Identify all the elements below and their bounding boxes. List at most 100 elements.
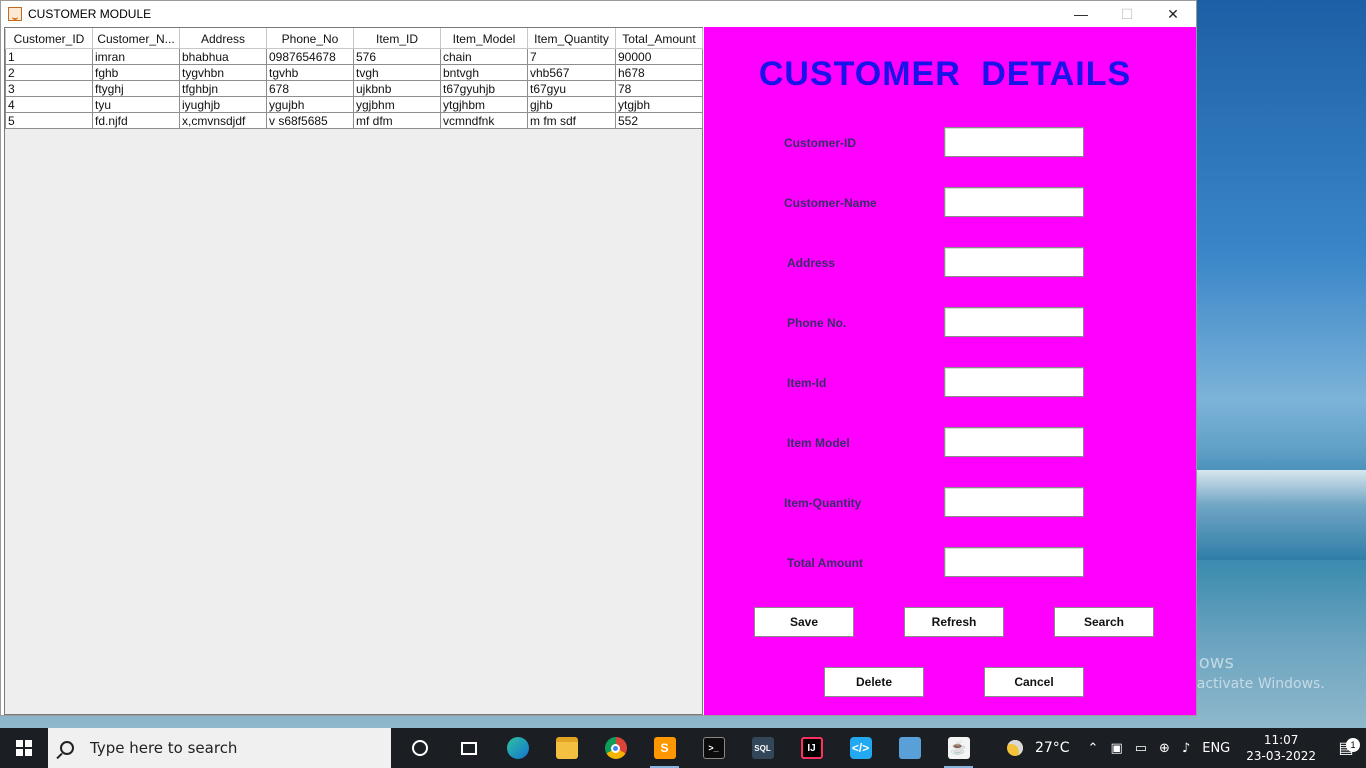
column-header[interactable]: Total_Amount xyxy=(615,28,703,49)
show-hidden-icons-chevron-icon[interactable]: ⌃ xyxy=(1088,741,1099,756)
column-header[interactable]: Customer_ID xyxy=(5,28,93,49)
sql-icon[interactable]: SQL xyxy=(738,728,787,768)
table-cell[interactable]: vhb567 xyxy=(527,64,616,81)
table-cell[interactable]: 78 xyxy=(615,80,703,97)
camera-icon[interactable]: ▣ xyxy=(1110,741,1122,756)
language-indicator[interactable]: ENG xyxy=(1202,741,1230,756)
sublime-text-icon[interactable]: S xyxy=(640,728,689,768)
battery-icon[interactable]: ▭ xyxy=(1135,741,1147,756)
column-header[interactable]: Item_Model xyxy=(440,28,528,49)
table-cell[interactable]: ygjbhm xyxy=(353,96,441,113)
customer-id-field[interactable] xyxy=(944,127,1084,157)
control-panel-icon[interactable] xyxy=(885,728,934,768)
table-cell[interactable]: v s68f5685 xyxy=(266,112,354,129)
table-cell[interactable]: gjhb xyxy=(527,96,616,113)
customer-name-label: Customer-Name xyxy=(784,196,877,210)
table-cell[interactable]: 0987654678 xyxy=(266,48,354,65)
item-id-field[interactable] xyxy=(944,367,1084,397)
address-field[interactable] xyxy=(944,247,1084,277)
phone-no-field[interactable] xyxy=(944,307,1084,337)
network-icon[interactable]: ⊕ xyxy=(1159,741,1170,756)
item-quantity-field[interactable] xyxy=(944,487,1084,517)
table-cell[interactable]: 90000 xyxy=(615,48,703,65)
java-icon[interactable]: ☕ xyxy=(934,728,983,768)
taskbar-search-box[interactable]: Type here to search xyxy=(48,728,391,768)
table-row[interactable]: 3 ftyghj tfghbjn 678 ujkbnb t67gyuhjb t6… xyxy=(5,80,703,97)
terminal-icon[interactable]: >_ xyxy=(689,728,738,768)
table-cell[interactable]: tvgh xyxy=(353,64,441,81)
task-view-icon[interactable] xyxy=(444,728,493,768)
table-cell[interactable]: x,cmvnsdjdf xyxy=(179,112,267,129)
table-cell[interactable]: t67gyu xyxy=(527,80,616,97)
customer-name-field[interactable] xyxy=(944,187,1084,217)
table-cell[interactable]: 552 xyxy=(615,112,703,129)
table-row[interactable]: 4 tyu iyughjb ygujbh ygjbhm ytgjhbm gjhb… xyxy=(5,96,703,113)
table-cell[interactable]: bhabhua xyxy=(179,48,267,65)
table-cell[interactable]: 5 xyxy=(5,112,93,129)
table-cell[interactable]: ygujbh xyxy=(266,96,354,113)
table-cell[interactable]: 3 xyxy=(5,80,93,97)
table-cell[interactable]: t67gyuhjb xyxy=(440,80,528,97)
table-row[interactable]: 2 fghb tygvhbn tgvhb tvgh bntvgh vhb567 … xyxy=(5,64,703,81)
table-cell[interactable]: fghb xyxy=(92,64,180,81)
table-cell[interactable]: tygvhbn xyxy=(179,64,267,81)
table-cell[interactable]: 7 xyxy=(527,48,616,65)
table-cell[interactable]: 576 xyxy=(353,48,441,65)
delete-button[interactable]: Delete xyxy=(824,667,924,697)
column-header[interactable]: Phone_No xyxy=(266,28,354,49)
table-row[interactable]: 1 imran bhabhua 0987654678 576 chain 7 9… xyxy=(5,48,703,65)
column-header[interactable]: Address xyxy=(179,28,267,49)
column-header[interactable]: Item_ID xyxy=(353,28,441,49)
table-row[interactable]: 5 fd.njfd x,cmvnsdjdf v s68f5685 mf dfm … xyxy=(5,112,703,129)
table-cell[interactable]: chain xyxy=(440,48,528,65)
save-button[interactable]: Save xyxy=(754,607,854,637)
table-cell[interactable]: tyu xyxy=(92,96,180,113)
total-amount-field[interactable] xyxy=(944,547,1084,577)
cancel-button[interactable]: Cancel xyxy=(984,667,1084,697)
table-cell[interactable]: 678 xyxy=(266,80,354,97)
total-amount-label: Total Amount xyxy=(787,556,863,570)
title-bar[interactable]: CUSTOMER MODULE — ☐ ✕ xyxy=(1,1,1196,27)
weather-widget[interactable]: 27°C xyxy=(1006,740,1070,756)
edge-icon[interactable] xyxy=(493,728,542,768)
column-header[interactable]: Item_Quantity xyxy=(527,28,616,49)
customer-table-panel[interactable]: Customer_ID Customer_N... Address Phone_… xyxy=(4,27,703,715)
table-cell[interactable]: h678 xyxy=(615,64,703,81)
maximize-button[interactable]: ☐ xyxy=(1104,1,1150,27)
table-cell[interactable]: 1 xyxy=(5,48,93,65)
table-cell[interactable]: fd.njfd xyxy=(92,112,180,129)
chrome-icon[interactable] xyxy=(591,728,640,768)
cortana-icon[interactable] xyxy=(395,728,444,768)
volume-icon[interactable]: ♪ xyxy=(1182,741,1190,756)
search-placeholder: Type here to search xyxy=(90,739,238,757)
minimize-button[interactable]: — xyxy=(1058,1,1104,27)
notification-badge: 1 xyxy=(1346,738,1360,752)
item-model-field[interactable] xyxy=(944,427,1084,457)
table-cell[interactable]: m fm sdf xyxy=(527,112,616,129)
table-cell[interactable]: bntvgh xyxy=(440,64,528,81)
table-cell[interactable]: ftyghj xyxy=(92,80,180,97)
intellij-icon[interactable]: IJ xyxy=(787,728,836,768)
vscode-icon[interactable]: </> xyxy=(836,728,885,768)
clock[interactable]: 11:07 23-03-2022 xyxy=(1246,732,1316,764)
table-cell[interactable]: ytgjbh xyxy=(615,96,703,113)
file-explorer-icon[interactable] xyxy=(542,728,591,768)
table-cell[interactable]: tfghbjn xyxy=(179,80,267,97)
column-header[interactable]: Customer_N... xyxy=(92,28,180,49)
table-cell[interactable]: tgvhb xyxy=(266,64,354,81)
table-cell[interactable]: imran xyxy=(92,48,180,65)
table-cell[interactable]: mf dfm xyxy=(353,112,441,129)
table-cell[interactable]: ytgjhbm xyxy=(440,96,528,113)
table-cell[interactable]: ujkbnb xyxy=(353,80,441,97)
table-cell[interactable]: 4 xyxy=(5,96,93,113)
notification-center-icon[interactable]: ▤ 1 xyxy=(1326,738,1366,758)
clock-date: 23-03-2022 xyxy=(1246,749,1316,763)
close-button[interactable]: ✕ xyxy=(1150,1,1196,27)
table-cell[interactable]: vcmndfnk xyxy=(440,112,528,129)
customer-table[interactable]: Customer_ID Customer_N... Address Phone_… xyxy=(5,28,703,129)
table-cell[interactable]: iyughjb xyxy=(179,96,267,113)
search-button[interactable]: Search xyxy=(1054,607,1154,637)
table-cell[interactable]: 2 xyxy=(5,64,93,81)
start-button[interactable] xyxy=(0,728,48,768)
refresh-button[interactable]: Refresh xyxy=(904,607,1004,637)
